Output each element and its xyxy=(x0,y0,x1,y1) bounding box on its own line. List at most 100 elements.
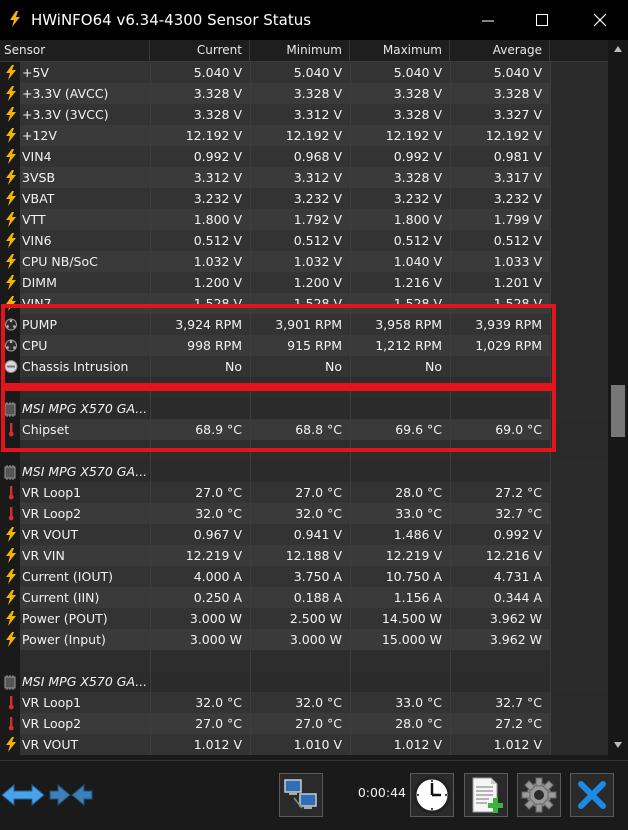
maximum-value: 1.040 V xyxy=(350,251,450,272)
maximum-value xyxy=(350,461,450,482)
current-value: 12.219 V xyxy=(150,545,250,566)
sensor-row[interactable]: VIN6 0.512 V 0.512 V 0.512 V 0.512 V xyxy=(0,230,608,251)
sensor-row[interactable]: Power (POUT) 3.000 W 2.500 W 14.500 W 3.962 … xyxy=(0,608,608,629)
sensor-row[interactable]: VR VIN 12.219 V 12.188 V 12.219 V 12.216 V xyxy=(0,545,608,566)
minimum-value: 3.328 V xyxy=(250,83,350,104)
sensor-name: +3.3V (AVCC) xyxy=(20,83,150,104)
current-value xyxy=(150,461,250,482)
minimum-value: 0.968 V xyxy=(250,146,350,167)
extra-cell xyxy=(550,692,608,713)
extra-cell xyxy=(550,251,608,272)
minimum-value: 0.941 V xyxy=(250,524,350,545)
reset-timer-button[interactable] xyxy=(410,773,454,817)
maximum-value: 28.0 °C xyxy=(350,482,450,503)
scroll-up-arrow-icon[interactable] xyxy=(614,46,622,52)
settings-button[interactable] xyxy=(517,773,561,817)
minimum-value: 0.512 V xyxy=(250,230,350,251)
extra-cell xyxy=(550,398,608,419)
average-value: 1.799 V xyxy=(450,209,550,230)
network-button[interactable] xyxy=(279,773,323,817)
row-icon-cell xyxy=(0,566,20,587)
sensor-name: MSI MPG X570 GA... xyxy=(20,461,150,482)
row-icon-cell xyxy=(0,713,20,734)
extra-cell xyxy=(550,167,608,188)
current-value: 0.250 A xyxy=(150,587,250,608)
sensor-row[interactable]: +3.3V (3VCC) 3.328 V 3.312 V 3.328 V 3.327 V xyxy=(0,104,608,125)
collapse-columns-button[interactable] xyxy=(48,773,94,817)
sensor-row[interactable]: VR VOUT 0.967 V 0.941 V 1.486 V 0.992 V xyxy=(0,524,608,545)
expand-columns-button[interactable] xyxy=(0,773,46,817)
sensor-row[interactable]: DIMM 1.200 V 1.200 V 1.216 V 1.201 V xyxy=(0,272,608,293)
sensor-group-row[interactable]: MSI MPG X570 GA... xyxy=(0,461,608,482)
sensor-row[interactable]: Current (IOUT) 4.000 A 3.750 A 10.750 A 4.73… xyxy=(0,566,608,587)
extra-cell xyxy=(550,734,608,755)
sensor-row[interactable]: 3VSB 3.312 V 3.312 V 3.328 V 3.317 V xyxy=(0,167,608,188)
row-icon-cell xyxy=(0,503,20,524)
current-value: 4.000 A xyxy=(150,566,250,587)
bottom-toolbar: 0:00:44 xyxy=(0,760,628,830)
current-value: 0.992 V xyxy=(150,146,250,167)
average-value: 32.7 °C xyxy=(450,692,550,713)
row-icon-cell xyxy=(0,167,20,188)
maximize-button[interactable] xyxy=(514,0,570,40)
maximum-value: 12.192 V xyxy=(350,125,450,146)
scroll-down-arrow-icon[interactable] xyxy=(614,742,622,748)
sensor-row[interactable]: VR Loop2 32.0 °C 32.0 °C 33.0 °C 32.7 °C xyxy=(0,503,608,524)
extra-cell xyxy=(550,545,608,566)
close-window-button[interactable] xyxy=(572,0,628,40)
average-value: 3.327 V xyxy=(450,104,550,125)
maximum-value xyxy=(350,650,450,671)
sensor-row[interactable]: +3.3V (AVCC) 3.328 V 3.328 V 3.328 V 3.328 V xyxy=(0,83,608,104)
extra-cell xyxy=(550,209,608,230)
sensor-row[interactable]: VBAT 3.232 V 3.232 V 3.232 V 3.232 V xyxy=(0,188,608,209)
minimum-value xyxy=(250,461,350,482)
sensor-row[interactable]: VTT 1.800 V 1.792 V 1.800 V 1.799 V xyxy=(0,209,608,230)
average-value: 1.201 V xyxy=(450,272,550,293)
temperature-icon xyxy=(8,717,14,731)
sensor-name: VIN4 xyxy=(20,146,150,167)
sensor-group-row[interactable]: MSI MPG X570 GA... xyxy=(0,671,608,692)
row-icon-cell xyxy=(0,62,20,83)
close-sensors-button[interactable] xyxy=(570,773,614,817)
average-value xyxy=(450,671,550,692)
sensor-row[interactable]: CPU NB/SoC 1.032 V 1.032 V 1.040 V 1.033 V xyxy=(0,251,608,272)
temperature-icon xyxy=(8,486,14,500)
logging-button[interactable] xyxy=(464,773,508,817)
maximum-value: 3.328 V xyxy=(350,104,450,125)
sensor-row[interactable]: +12V 12.192 V 12.192 V 12.192 V 12.192 V xyxy=(0,125,608,146)
extra-cell xyxy=(550,713,608,734)
minimum-value: 0.188 A xyxy=(250,587,350,608)
maximum-value: 14.500 W xyxy=(350,608,450,629)
minimum-value: 5.040 V xyxy=(250,62,350,83)
sensor-row[interactable]: VR Loop1 27.0 °C 27.0 °C 28.0 °C 27.2 °C xyxy=(0,482,608,503)
sensor-row[interactable]: Current (IIN) 0.250 A 0.188 A 1.156 A 0.344 … xyxy=(0,587,608,608)
column-header-minimum[interactable]: Minimum xyxy=(250,40,350,61)
voltage-icon xyxy=(6,632,16,647)
sensor-row[interactable]: VR Loop2 27.0 °C 27.0 °C 28.0 °C 27.2 °C xyxy=(0,713,608,734)
temperature-icon xyxy=(8,507,14,521)
column-header-sensor[interactable]: Sensor xyxy=(0,40,150,61)
sensor-row[interactable]: VR Loop1 32.0 °C 32.0 °C 33.0 °C 32.7 °C xyxy=(0,692,608,713)
vertical-scrollbar[interactable] xyxy=(608,40,628,760)
column-header-maximum[interactable]: Maximum xyxy=(350,40,450,61)
sensor-name: +3.3V (3VCC) xyxy=(20,104,150,125)
column-header-current[interactable]: Current xyxy=(150,40,250,61)
minimize-button[interactable] xyxy=(460,0,516,40)
sensor-name: MSI MPG X570 GA... xyxy=(20,671,150,692)
current-value xyxy=(150,671,250,692)
maximum-value: 12.219 V xyxy=(350,545,450,566)
extra-cell xyxy=(550,83,608,104)
minimum-value xyxy=(250,671,350,692)
maximum-value: 0.992 V xyxy=(350,146,450,167)
sensor-row[interactable]: VIN4 0.992 V 0.968 V 0.992 V 0.981 V xyxy=(0,146,608,167)
sensor-row[interactable]: +5V 5.040 V 5.040 V 5.040 V 5.040 V xyxy=(0,62,608,83)
sensor-row[interactable]: VR VOUT 1.012 V 1.010 V 1.012 V 1.012 V xyxy=(0,734,608,755)
extra-cell xyxy=(550,608,608,629)
sensor-row[interactable]: Power (Input) 3.000 W 3.000 W 15.000 W 3.962… xyxy=(0,629,608,650)
minimum-value: 12.192 V xyxy=(250,125,350,146)
extra-cell xyxy=(550,356,608,377)
scrollbar-thumb[interactable] xyxy=(611,385,625,437)
average-value: 32.7 °C xyxy=(450,503,550,524)
column-header-average[interactable]: Average xyxy=(450,40,550,61)
minimum-value xyxy=(250,650,350,671)
